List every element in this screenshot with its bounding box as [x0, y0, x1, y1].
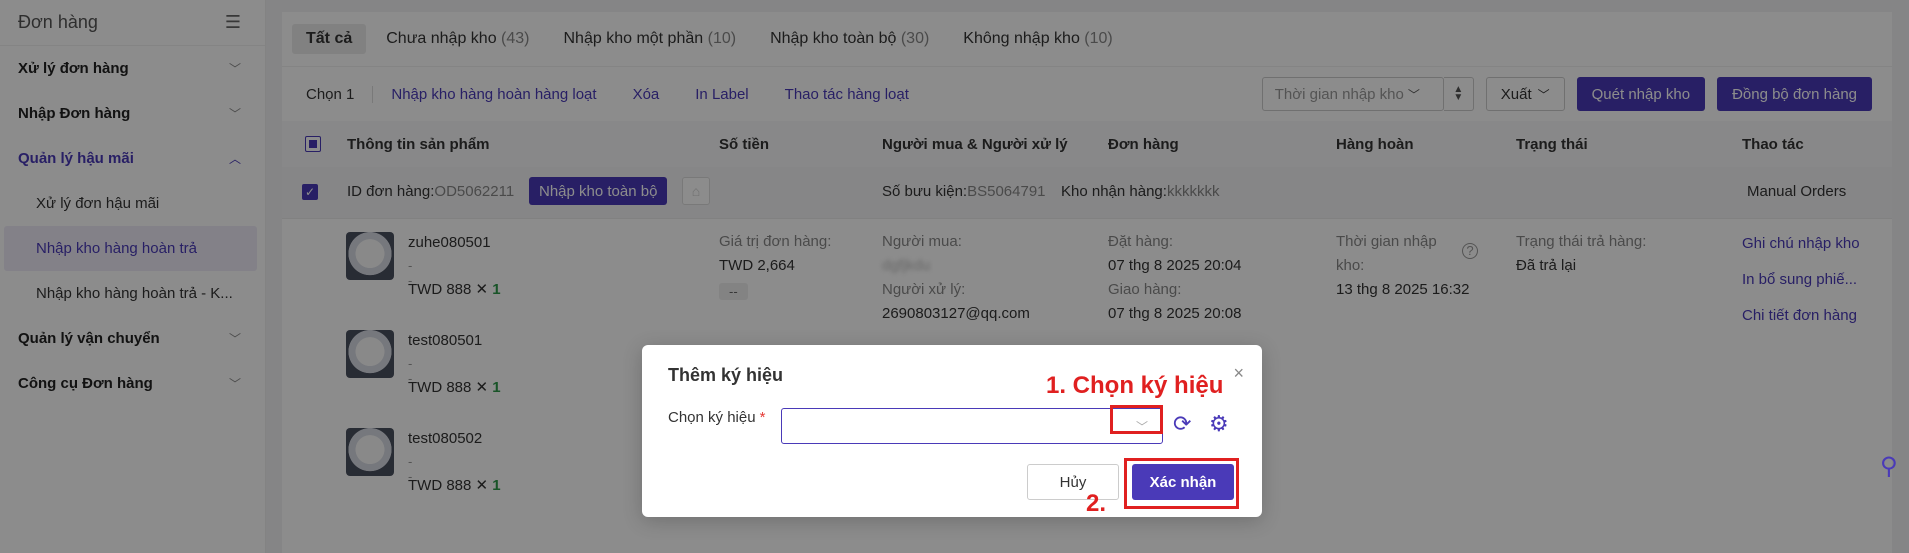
tag-select[interactable]: ﹀ [781, 408, 1163, 444]
search-icon[interactable]: ⚲ [1880, 452, 1898, 481]
required-mark: * [759, 409, 766, 426]
close-icon[interactable]: × [1233, 363, 1244, 384]
field-label-text: Chọn ký hiệu [668, 409, 756, 426]
modal-title: Thêm ký hiệu [668, 365, 784, 385]
annotation-step-1: 1. Chọn ký hiệu [1046, 372, 1224, 399]
annotation-step-2: 2. [1086, 490, 1107, 517]
tag-field-label: Chọn ký hiệu * [668, 409, 765, 426]
refresh-icon[interactable]: ⟳ [1173, 413, 1191, 435]
annotation-box-confirm [1124, 458, 1239, 509]
gear-icon[interactable]: ⚙ [1209, 413, 1229, 435]
annotation-box-select [1110, 405, 1163, 434]
